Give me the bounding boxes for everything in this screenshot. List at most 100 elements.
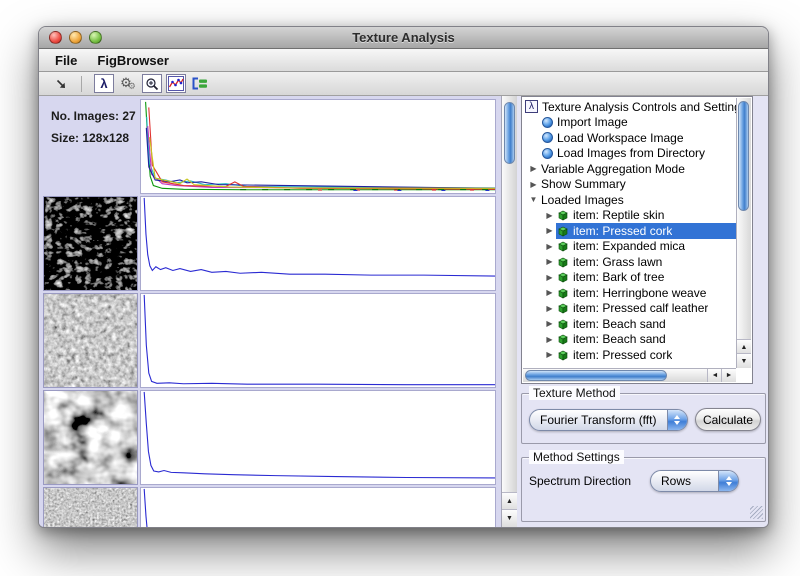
tree-item-label: item: Beach sand (573, 332, 666, 346)
tree-item-label: item: Pressed calf leather (573, 301, 708, 315)
result-row (39, 196, 501, 291)
tree-item[interactable]: ▶ item: Reptile skin (523, 208, 736, 224)
spectrum-plot (140, 99, 496, 194)
export-icon[interactable] (190, 74, 210, 93)
tree-item-label: Show Summary (541, 177, 626, 191)
expand-arrow-icon[interactable]: ▶ (543, 273, 556, 282)
tree-item-label: item: Bark of tree (573, 270, 664, 284)
tree-item[interactable]: ▶ item: Pressed cork (523, 347, 736, 363)
pointer-arrow-icon[interactable] (51, 74, 71, 93)
expand-arrow-icon[interactable]: ▶ (527, 180, 540, 189)
gears-icon[interactable]: ⚙⚙ (118, 74, 138, 93)
tree-rows: λTexture Analysis Controls and SettingsI… (523, 99, 736, 368)
cube-icon (557, 209, 569, 221)
tree-item-content: Load Workspace Image (541, 130, 736, 146)
scrollbar-thumb[interactable] (525, 370, 667, 381)
tree-item[interactable]: Load Images from Directory (523, 146, 736, 162)
results-vertical-scrollbar[interactable]: ▲ ▼ (501, 96, 517, 527)
tree-item[interactable]: Load Workspace Image (523, 130, 736, 146)
zoom-window-button[interactable] (89, 31, 102, 44)
result-row (39, 390, 501, 485)
close-button[interactable] (49, 31, 62, 44)
zoom-in-icon[interactable] (142, 74, 162, 93)
cube-icon (557, 287, 569, 299)
resize-grip[interactable] (750, 506, 763, 519)
cube-icon (557, 240, 569, 252)
tree-vertical-scrollbar[interactable]: ▲ ▼ (736, 98, 751, 368)
spectrum-plot (140, 293, 496, 388)
tree-item-content: Show Summary (540, 177, 736, 193)
tree-item[interactable]: ▶ item: Beach sand (523, 316, 736, 332)
expand-arrow-icon[interactable]: ▶ (543, 350, 556, 359)
tree-item-label: item: Expanded mica (573, 239, 685, 253)
tree-item[interactable]: ▶Show Summary (523, 177, 736, 193)
menu-figbrowser[interactable]: FigBrowser (87, 53, 179, 68)
method-settings-group: Method Settings Spectrum Direction Rows (521, 457, 766, 522)
dropdown-value: Fourier Transform (fft) (530, 410, 667, 430)
expand-arrow-icon[interactable]: ▶ (543, 226, 556, 235)
expand-arrow-icon[interactable]: ▶ (543, 335, 556, 344)
tree-item-content: item: Pressed calf leather (556, 301, 736, 317)
app-window: Texture Analysis File FigBrowser λ ⚙⚙ No… (38, 26, 769, 528)
expand-arrow-icon[interactable]: ▶ (543, 242, 556, 251)
lambda-icon[interactable]: λ (94, 74, 114, 93)
expand-arrow-icon[interactable]: ▶ (527, 164, 540, 173)
tree-item-content: λTexture Analysis Controls and Settings (523, 99, 736, 115)
tree-item-label: Import Image (557, 115, 628, 129)
scroll-down-button[interactable]: ▼ (737, 353, 751, 368)
tree-item[interactable]: ▶ item: Bark of tree (523, 270, 736, 286)
tree-item[interactable]: ▶item: Herringbone weave (523, 285, 736, 301)
tree-item[interactable]: ▶ item: Expanded mica (523, 239, 736, 255)
calculate-button[interactable]: Calculate (695, 408, 761, 431)
scrollbar-thumb[interactable] (738, 101, 749, 211)
tree-item-content: item: Reptile skin (556, 208, 736, 224)
sphere-icon (542, 132, 553, 143)
line-plot-icon[interactable] (166, 74, 186, 93)
dropdown-stepper-icon (718, 471, 738, 491)
tree-item[interactable]: ▼Loaded Images (523, 192, 736, 208)
result-row (39, 487, 501, 527)
expand-arrow-icon[interactable]: ▶ (543, 211, 556, 220)
spectrum-direction-dropdown[interactable]: Rows (650, 470, 739, 492)
tree-item[interactable]: Import Image (523, 115, 736, 131)
tree-item[interactable]: ▶ item: Grass lawn (523, 254, 736, 270)
cube-icon (557, 302, 569, 314)
tree-item[interactable]: ▶Variable Aggregation Mode (523, 161, 736, 177)
title-bar[interactable]: Texture Analysis (39, 27, 768, 49)
tree-item-label: item: Beach sand (573, 317, 666, 331)
scroll-up-button[interactable]: ▲ (502, 492, 517, 510)
result-row (39, 293, 501, 388)
tree-item-content: item: Beach sand (556, 316, 736, 332)
tree-horizontal-scrollbar[interactable]: ◄ ► (523, 368, 736, 382)
expand-arrow-icon[interactable]: ▶ (543, 304, 556, 313)
controls-panel: λTexture Analysis Controls and SettingsI… (517, 96, 768, 527)
tree-item-label: Loaded Images (541, 193, 624, 207)
menu-file[interactable]: File (45, 53, 87, 68)
tree-item-label: item: Grass lawn (573, 255, 662, 269)
summary-info: No. Images: 27Size: 128x128 (41, 99, 138, 194)
expand-arrow-icon[interactable]: ▶ (543, 257, 556, 266)
scroll-right-button[interactable]: ► (721, 369, 736, 382)
tree-item-label: item: Reptile skin (573, 208, 664, 222)
tree-item-content: item: Expanded mica (556, 239, 736, 255)
scroll-left-button[interactable]: ◄ (707, 369, 722, 382)
tree-item-label: item: Pressed cork (573, 348, 672, 362)
method-settings-legend: Method Settings (529, 450, 624, 464)
scroll-down-button[interactable]: ▼ (502, 509, 517, 527)
tree-item[interactable]: λTexture Analysis Controls and Settings (523, 99, 736, 115)
collapse-arrow-icon[interactable]: ▼ (527, 195, 540, 204)
scrollbar-thumb[interactable] (504, 102, 515, 164)
scroll-up-button[interactable]: ▲ (737, 339, 751, 354)
texture-method-dropdown[interactable]: Fourier Transform (fft) (529, 409, 688, 431)
expand-arrow-icon[interactable]: ▶ (543, 319, 556, 328)
expand-arrow-icon[interactable]: ▶ (543, 288, 556, 297)
tree-item[interactable]: ▶ item: Beach sand (523, 332, 736, 348)
spectrum-plot (140, 196, 496, 291)
spectrum-plot (140, 390, 496, 485)
tree-item[interactable]: ▶item: Pressed cork (523, 223, 736, 239)
controls-tree: λTexture Analysis Controls and SettingsI… (521, 96, 753, 384)
texture-thumbnail-grass-lawn (43, 487, 138, 527)
tree-item[interactable]: ▶ item: Pressed calf leather (523, 301, 736, 317)
tree-item-content: Loaded Images (540, 192, 736, 208)
minimize-button[interactable] (69, 31, 82, 44)
